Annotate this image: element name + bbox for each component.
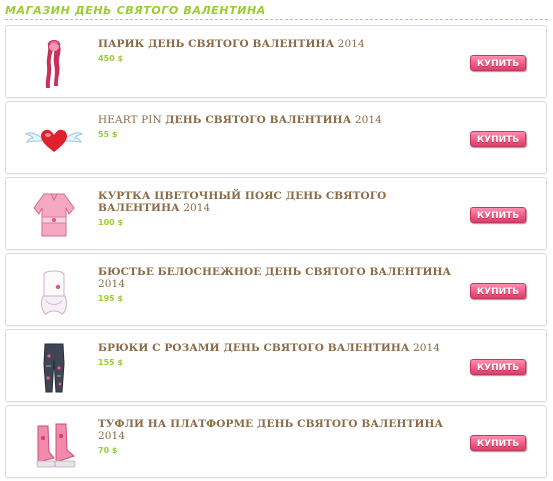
buy-button[interactable]: КУПИТЬ (470, 131, 526, 147)
shop-item-card: HEART PIN ДЕНЬ СВЯТОГО ВАЛЕНТИНА 2014 55… (5, 101, 547, 174)
item-name: ТУФЛИ НА ПЛАТФОРМЕ ДЕНЬ СВЯТОГО ВАЛЕНТИН… (98, 418, 444, 442)
buy-button[interactable]: КУПИТЬ (470, 283, 526, 299)
item-price: 100 $ (98, 218, 124, 227)
shop-header: МАГАЗИН ДЕНЬ СВЯТОГО ВАЛЕНТИНА (5, 4, 548, 20)
item-name: БРЮКИ С РОЗАМИ ДЕНЬ СВЯТОГО ВАЛЕНТИНА 20… (98, 342, 441, 354)
item-name: КУРТКА ЦВЕТОЧНЫЙ ПОЯС ДЕНЬ СВЯТОГО ВАЛЕН… (98, 190, 387, 214)
pink-wig-icon (19, 32, 89, 92)
item-price: 70 $ (98, 446, 118, 455)
buy-button[interactable]: КУПИТЬ (470, 435, 526, 451)
shop-item-card: БЮСТЬЕ БЕЛОСНЕЖНОЕ ДЕНЬ СВЯТОГО ВАЛЕНТИН… (5, 253, 547, 326)
shop-title-divider (5, 19, 548, 20)
pink-jacket-icon (19, 184, 89, 244)
item-price: 155 $ (98, 358, 124, 367)
winged-heart-pin-icon (19, 108, 89, 168)
shop-title: МАГАЗИН ДЕНЬ СВЯТОГО ВАЛЕНТИНА (5, 4, 266, 17)
item-price: 450 $ (98, 54, 124, 63)
item-price: 195 $ (98, 294, 124, 303)
shop-item-card: КУРТКА ЦВЕТОЧНЫЙ ПОЯС ДЕНЬ СВЯТОГО ВАЛЕН… (5, 177, 547, 250)
shop-item-card: ТУФЛИ НА ПЛАТФОРМЕ ДЕНЬ СВЯТОГО ВАЛЕНТИН… (5, 405, 547, 478)
white-bustier-icon (19, 260, 89, 320)
item-name: БЮСТЬЕ БЕЛОСНЕЖНОЕ ДЕНЬ СВЯТОГО ВАЛЕНТИН… (98, 266, 452, 290)
item-name: ПАРИК ДЕНЬ СВЯТОГО ВАЛЕНТИНА 2014 (98, 38, 365, 50)
shop-item-card: ПАРИК ДЕНЬ СВЯТОГО ВАЛЕНТИНА 2014 450 $ … (5, 25, 547, 98)
item-name: HEART PIN ДЕНЬ СВЯТОГО ВАЛЕНТИНА 2014 (98, 114, 382, 126)
item-list: ПАРИК ДЕНЬ СВЯТОГО ВАЛЕНТИНА 2014 450 $ … (5, 25, 547, 481)
buy-button[interactable]: КУПИТЬ (470, 207, 526, 223)
buy-button[interactable]: КУПИТЬ (470, 359, 526, 375)
item-price: 55 $ (98, 130, 118, 139)
buy-button[interactable]: КУПИТЬ (470, 55, 526, 71)
shop-item-card: БРЮКИ С РОЗАМИ ДЕНЬ СВЯТОГО ВАЛЕНТИНА 20… (5, 329, 547, 402)
platform-shoes-icon (19, 412, 89, 472)
rose-pants-icon (19, 336, 89, 396)
